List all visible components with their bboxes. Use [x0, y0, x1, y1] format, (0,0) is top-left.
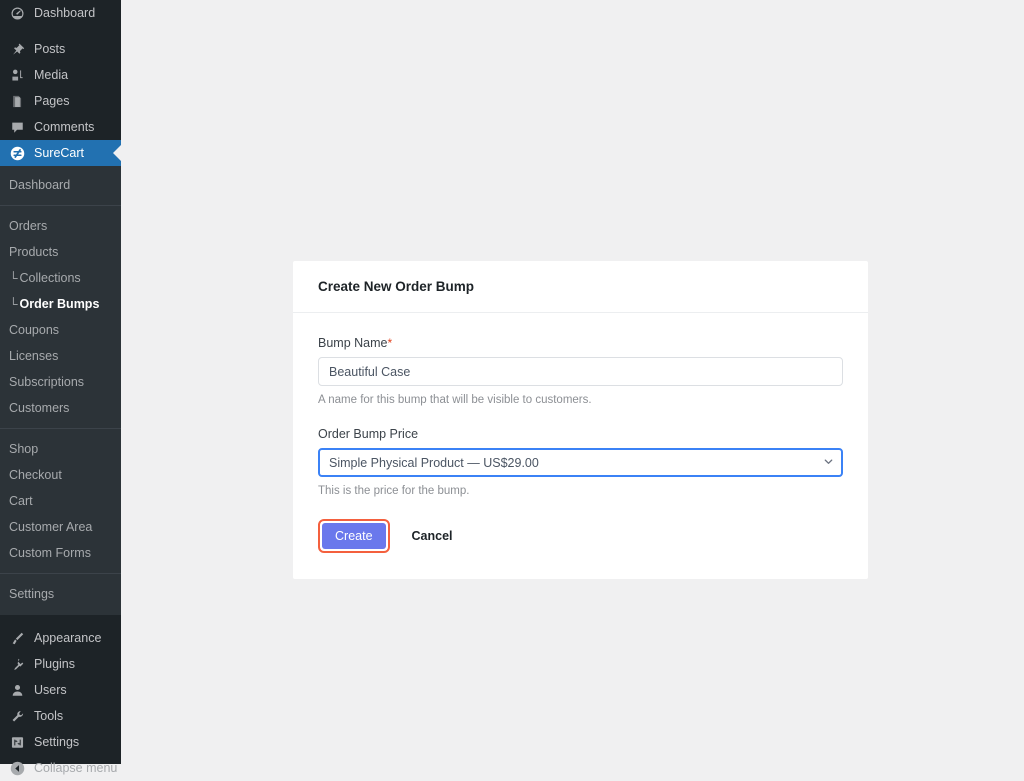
sidebar-item-label: Tools: [34, 710, 63, 723]
page-title: Create New Order Bump: [318, 279, 843, 295]
submenu-item-label: Order Bumps: [20, 297, 100, 311]
surecart-submenu: DashboardOrdersProducts└Collections└Orde…: [0, 166, 121, 615]
submenu-item-label: Coupons: [9, 323, 59, 337]
create-button-focus-ring: Create: [318, 519, 390, 553]
submenu-item-shop[interactable]: Shop: [0, 436, 121, 462]
media-icon: [8, 66, 26, 84]
submenu-item-label: Dashboard: [9, 178, 70, 192]
sidebar-item-comments[interactable]: Comments: [0, 114, 121, 140]
bump-price-field-group: Order Bump Price Simple Physical Product…: [318, 427, 843, 499]
sidebar-item-tools[interactable]: Tools: [0, 703, 121, 729]
sidebar-item-surecart[interactable]: SureCart: [0, 140, 121, 166]
sidebar-item-label: Pages: [34, 95, 69, 108]
form-actions: Create Cancel: [318, 519, 843, 553]
submenu-item-settings[interactable]: Settings: [0, 581, 121, 607]
bump-name-input[interactable]: [318, 357, 843, 386]
user-icon: [8, 681, 26, 699]
surecart-icon: [8, 144, 26, 162]
sidebar-item-label: Posts: [34, 43, 65, 56]
submenu-item-label: Customers: [9, 401, 69, 415]
submenu-indent-marker: └: [9, 271, 18, 285]
sidebar-item-pages[interactable]: Pages: [0, 88, 121, 114]
sidebar-item-media[interactable]: Media: [0, 62, 121, 88]
sidebar-item-posts[interactable]: Posts: [0, 36, 121, 62]
sidebar-item-dashboard[interactable]: Dashboard: [0, 0, 121, 26]
submenu-item-label: Cart: [9, 494, 33, 508]
bump-price-help-text: This is the price for the bump.: [318, 483, 843, 499]
submenu-item-products[interactable]: Products: [0, 239, 121, 265]
submenu-item-label: Subscriptions: [9, 375, 84, 389]
submenu-item-label: Collections: [20, 271, 81, 285]
collapse-icon: [8, 759, 26, 777]
submenu-item-dashboard[interactable]: Dashboard: [0, 172, 121, 198]
submenu-item-collections[interactable]: └Collections: [0, 265, 121, 291]
sidebar-item-label: Settings: [34, 736, 79, 749]
sidebar-item-label: SureCart: [34, 147, 84, 160]
sidebar-spacer: [0, 615, 121, 625]
bump-name-help-text: A name for this bump that will be visibl…: [318, 392, 843, 408]
submenu-item-label: Orders: [9, 219, 47, 233]
sidebar-item-label: Comments: [34, 121, 94, 134]
submenu-separator: [0, 573, 121, 574]
card-body: Bump Name* A name for this bump that wil…: [293, 313, 868, 579]
bump-price-select[interactable]: Simple Physical Product — US$29.00: [318, 448, 843, 477]
pages-icon: [8, 92, 26, 110]
sidebar-spacer: [0, 26, 121, 36]
plug-icon: [8, 655, 26, 673]
submenu-item-label: Custom Forms: [9, 546, 91, 560]
wrench-icon: [8, 707, 26, 725]
submenu-item-subscriptions[interactable]: Subscriptions: [0, 369, 121, 395]
submenu-item-label: Shop: [9, 442, 38, 456]
submenu-item-orders[interactable]: Orders: [0, 213, 121, 239]
submenu-separator: [0, 205, 121, 206]
submenu-item-label: Customer Area: [9, 520, 92, 534]
bump-name-label: Bump Name*: [318, 336, 843, 350]
submenu-item-coupons[interactable]: Coupons: [0, 317, 121, 343]
sidebar-item-plugins[interactable]: Plugins: [0, 651, 121, 677]
dashboard-icon: [8, 4, 26, 22]
sidebar-item-appearance[interactable]: Appearance: [0, 625, 121, 651]
comments-icon: [8, 118, 26, 136]
submenu-item-label: Settings: [9, 587, 54, 601]
submenu-item-customers[interactable]: Customers: [0, 395, 121, 421]
sidebar-item-settings[interactable]: Settings: [0, 729, 121, 755]
submenu-indent-marker: └: [9, 297, 18, 311]
sidebar-item-label: Plugins: [34, 658, 75, 671]
card-header: Create New Order Bump: [293, 261, 868, 313]
bump-name-field-group: Bump Name* A name for this bump that wil…: [318, 336, 843, 408]
pin-icon: [8, 40, 26, 58]
submenu-item-custom-forms[interactable]: Custom Forms: [0, 540, 121, 566]
create-button[interactable]: Create: [322, 523, 386, 549]
sidebar-item-users[interactable]: Users: [0, 677, 121, 703]
sidebar-item-label: Media: [34, 69, 68, 82]
sidebar-item-collapse-menu[interactable]: Collapse menu: [0, 755, 121, 781]
bump-price-label: Order Bump Price: [318, 427, 843, 441]
submenu-item-label: Products: [9, 245, 58, 259]
bump-price-selected-value: Simple Physical Product — US$29.00: [329, 456, 539, 470]
admin-sidebar: Dashboard Posts Media Pages Comments SureCar…: [0, 0, 121, 764]
bump-price-select-wrap: Simple Physical Product — US$29.00: [318, 448, 843, 477]
submenu-item-cart[interactable]: Cart: [0, 488, 121, 514]
sidebar-item-label: Users: [34, 684, 67, 697]
settings-icon: [8, 733, 26, 751]
submenu-item-checkout[interactable]: Checkout: [0, 462, 121, 488]
cancel-button[interactable]: Cancel: [412, 529, 453, 543]
submenu-separator: [0, 428, 121, 429]
sidebar-item-label: Appearance: [34, 632, 101, 645]
create-order-bump-card: Create New Order Bump Bump Name* A name …: [293, 261, 868, 579]
submenu-item-label: Checkout: [9, 468, 62, 482]
sidebar-item-label: Dashboard: [34, 7, 95, 20]
submenu-item-label: Licenses: [9, 349, 58, 363]
main-content: Create New Order Bump Bump Name* A name …: [121, 0, 1024, 764]
required-marker: *: [387, 336, 392, 350]
submenu-item-customer-area[interactable]: Customer Area: [0, 514, 121, 540]
bump-name-label-text: Bump Name: [318, 336, 387, 350]
submenu-item-licenses[interactable]: Licenses: [0, 343, 121, 369]
submenu-item-order-bumps[interactable]: └Order Bumps: [0, 291, 121, 317]
brush-icon: [8, 629, 26, 647]
